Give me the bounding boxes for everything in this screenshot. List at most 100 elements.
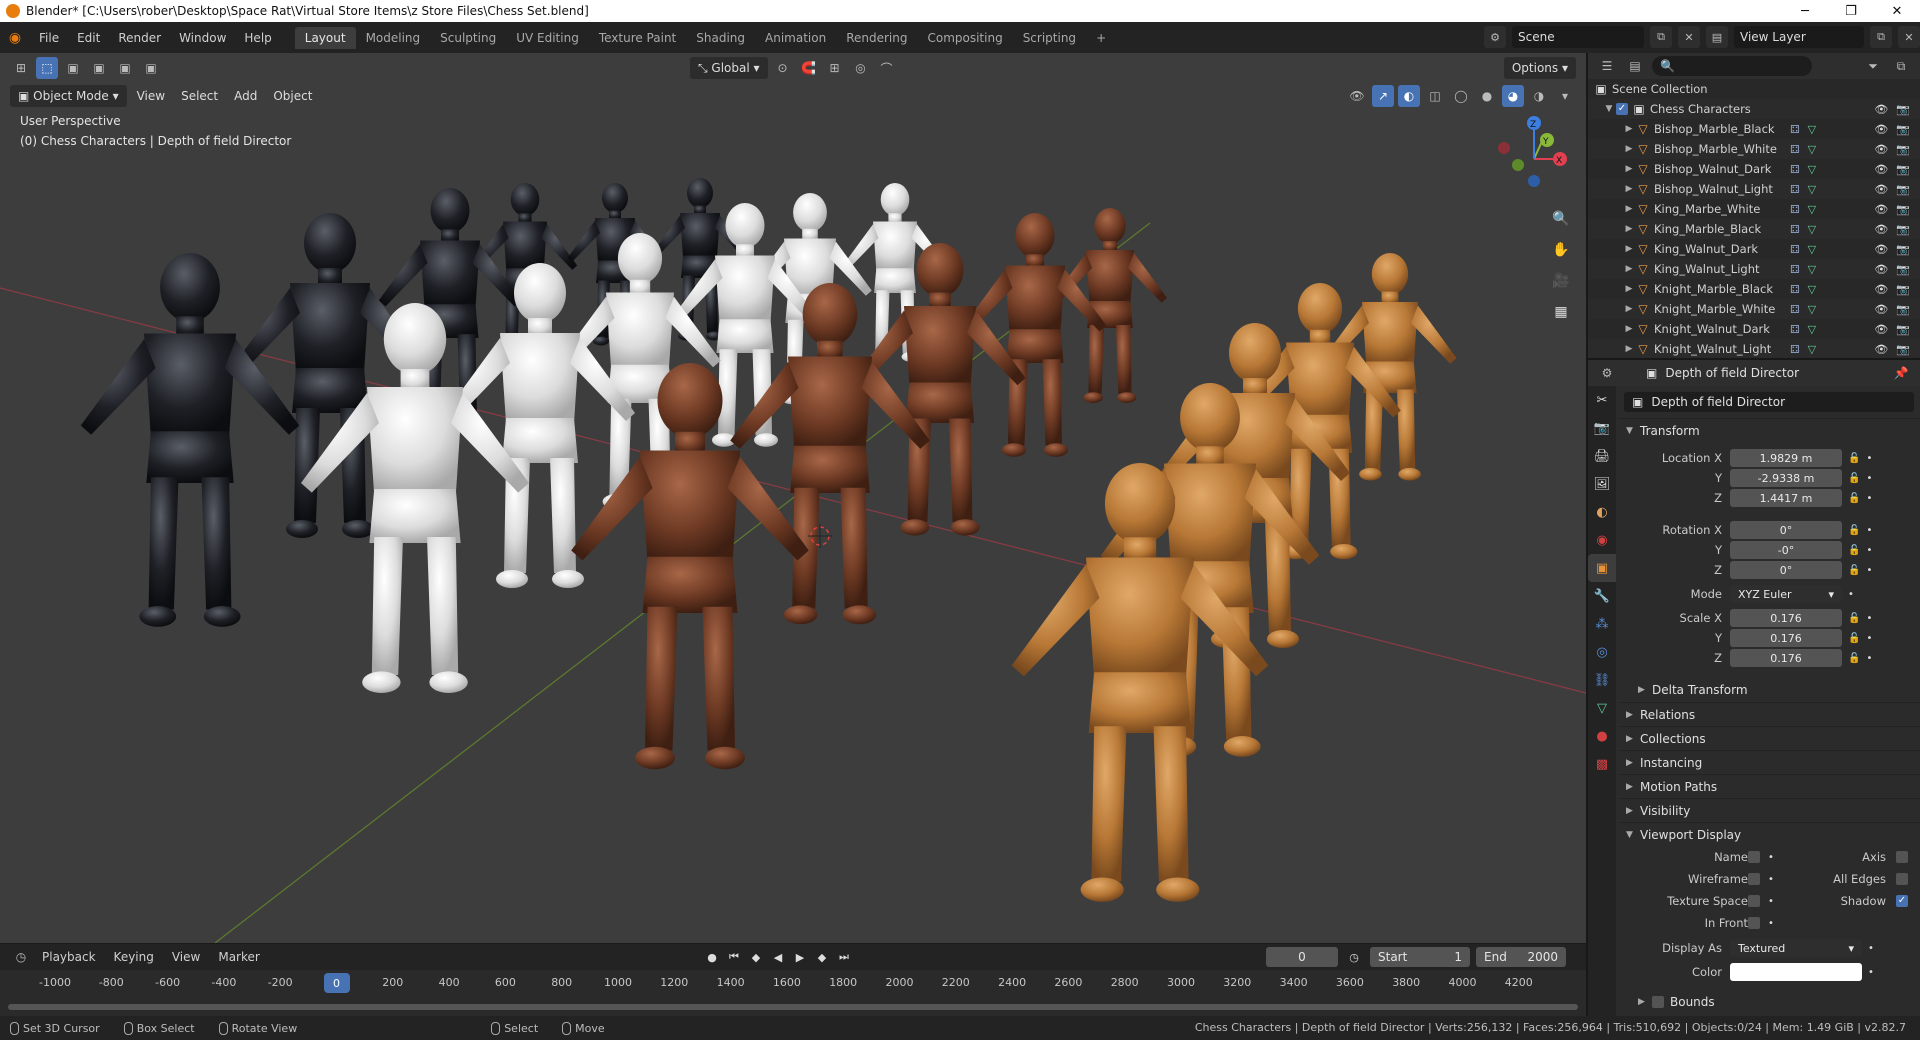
keyframe-dot-icon[interactable]: • xyxy=(1866,473,1872,484)
scene-field[interactable]: Scene xyxy=(1512,26,1644,48)
camera-render-icon[interactable]: 📷 xyxy=(1896,183,1910,196)
bounds-checkbox[interactable] xyxy=(1652,996,1664,1008)
delete-view-layer-icon[interactable]: ✕ xyxy=(1898,26,1920,48)
keyframe-dot-icon[interactable]: • xyxy=(1866,545,1872,556)
outliner-object-row[interactable]: ▶ ▽ Bishop_Marble_Black ⚃ ▽ 👁 📷 xyxy=(1588,119,1920,139)
modifier-icon[interactable]: ⚃ xyxy=(1790,163,1800,176)
outliner-object-row[interactable]: ▶ ▽ King_Marble_Black ⚃ ▽ 👁 📷 xyxy=(1588,219,1920,239)
mesh-data-icon[interactable]: ▽ xyxy=(1808,343,1816,356)
editor-type-icon[interactable]: ⊞ xyxy=(10,57,32,79)
viewport-display-panel[interactable]: ▼ Viewport Display xyxy=(1618,822,1920,846)
camera-render-icon[interactable]: 📷 xyxy=(1896,203,1910,216)
pan-hand-icon[interactable]: ✋ xyxy=(1547,236,1575,264)
viewport-menu-add[interactable]: Add xyxy=(228,89,263,103)
timeline-editor-type-icon[interactable]: ◷ xyxy=(10,946,32,968)
camera-render-icon[interactable]: 📷 xyxy=(1896,303,1910,316)
location-x-field[interactable]: 1.9829 m xyxy=(1730,449,1842,467)
pivot-point-icon[interactable]: ⊙ xyxy=(772,57,794,79)
modifier-icon[interactable]: ⚃ xyxy=(1790,183,1800,196)
properties-editor-type-icon[interactable]: ⚙ xyxy=(1596,362,1618,384)
close-button[interactable]: ✕ xyxy=(1874,0,1920,22)
jump-start-icon[interactable]: ⏮ xyxy=(724,948,744,966)
play-icon[interactable]: ▶ xyxy=(790,948,810,966)
keyframe-dot-icon[interactable]: • xyxy=(1866,633,1872,644)
end-frame-field[interactable]: End 2000 xyxy=(1476,947,1566,967)
modifier-icon[interactable]: ⚃ xyxy=(1790,323,1800,336)
snap-target-icon[interactable]: ⊞ xyxy=(824,57,846,79)
eye-icon[interactable]: 👁 xyxy=(1874,303,1888,316)
collection-camera-icon[interactable]: 📷 xyxy=(1896,103,1910,116)
object-expand-icon[interactable]: ▶ xyxy=(1622,124,1636,134)
keyframe-dot-icon[interactable]: • xyxy=(1866,525,1872,536)
camera-render-icon[interactable]: 📷 xyxy=(1896,163,1910,176)
object-name-field[interactable]: ▣ Depth of field Director xyxy=(1624,392,1914,412)
rendered-shading-icon[interactable]: ◑ xyxy=(1528,85,1550,107)
display-mode-icon[interactable]: ▤ xyxy=(1624,55,1646,77)
viewport-menu-view[interactable]: View xyxy=(131,89,171,103)
object-expand-icon[interactable]: ▶ xyxy=(1622,144,1636,154)
mesh-data-icon[interactable]: ▽ xyxy=(1808,203,1816,216)
tab-animation[interactable]: Animation xyxy=(755,27,836,49)
axis-checkbox[interactable] xyxy=(1896,851,1908,863)
select-tool-icon[interactable]: ⬚ xyxy=(36,57,58,79)
in-front-checkbox[interactable] xyxy=(1748,917,1760,929)
next-keyframe-icon[interactable]: ◆ xyxy=(812,948,832,966)
collection-eye-icon[interactable]: 👁 xyxy=(1874,103,1888,116)
outliner-object-row[interactable]: ▶ ▽ King_Walnut_Light ⚃ ▽ 👁 📷 xyxy=(1588,259,1920,279)
eye-icon[interactable]: 👁 xyxy=(1874,283,1888,296)
scene-collection-row[interactable]: ▣ Scene Collection xyxy=(1588,79,1920,99)
outliner-object-row[interactable]: ▶ ▽ Bishop_Walnut_Light ⚃ ▽ 👁 📷 xyxy=(1588,179,1920,199)
tool-tab-icon[interactable]: ✂ xyxy=(1588,386,1616,414)
keyframe-dot-icon[interactable]: • xyxy=(1866,613,1872,624)
physics-tab-icon[interactable]: ◎ xyxy=(1588,638,1616,666)
timeline-ruler[interactable]: -1000 -800 -600 -400 -200 0 200 400 600 800 1000 12… xyxy=(0,970,1586,996)
lock-icon[interactable]: 🔓 xyxy=(1848,525,1860,536)
new-collection-icon[interactable]: ⧉ xyxy=(1890,55,1912,77)
mesh-data-icon[interactable]: ▽ xyxy=(1808,163,1816,176)
solid-shading-icon[interactable]: ● xyxy=(1476,85,1498,107)
options-dropdown[interactable]: Options ▾ xyxy=(1503,57,1576,79)
scale-y-field[interactable]: 0.176 xyxy=(1730,629,1842,647)
overlays-icon[interactable]: ◐ xyxy=(1398,85,1420,107)
eye-icon[interactable]: 👁 xyxy=(1874,203,1888,216)
timeline-scrollbar[interactable] xyxy=(8,1004,1578,1010)
rotation-y-field[interactable]: -0° xyxy=(1730,541,1842,559)
keyframe-dot-icon[interactable]: • xyxy=(1866,565,1872,576)
visibility-icon[interactable]: 👁 xyxy=(1346,85,1368,107)
modifier-icon[interactable]: ⚃ xyxy=(1790,123,1800,136)
display-as-dropdown[interactable]: Textured ▾ xyxy=(1730,939,1862,957)
modifier-icon[interactable]: ⚃ xyxy=(1790,203,1800,216)
camera-render-icon[interactable]: 📷 xyxy=(1896,243,1910,256)
mesh-data-icon[interactable]: ▽ xyxy=(1808,323,1816,336)
wireframe-shading-icon[interactable]: ◯ xyxy=(1450,85,1472,107)
object-expand-icon[interactable]: ▶ xyxy=(1622,244,1636,254)
menu-help[interactable]: Help xyxy=(235,31,280,45)
viewport-scene[interactable]: X Y Z xyxy=(0,53,1586,943)
outliner-object-row[interactable]: ▶ ▽ Knight_Marble_White ⚃ ▽ 👁 📷 xyxy=(1588,299,1920,319)
eye-icon[interactable]: 👁 xyxy=(1874,263,1888,276)
outliner-editor-type-icon[interactable]: ☰ xyxy=(1596,55,1618,77)
select-mode-extend-icon[interactable]: ▣ xyxy=(88,57,110,79)
object-expand-icon[interactable]: ▶ xyxy=(1622,304,1636,314)
keyframe-dot-icon[interactable]: • xyxy=(1848,589,1854,600)
jump-end-icon[interactable]: ⏭ xyxy=(834,948,854,966)
modifier-icon[interactable]: ⚃ xyxy=(1790,283,1800,296)
viewport-menu-select[interactable]: Select xyxy=(175,89,224,103)
new-scene-icon[interactable]: ⧉ xyxy=(1650,26,1672,48)
material-tab-icon[interactable]: ● xyxy=(1588,722,1616,750)
mesh-data-icon[interactable]: ▽ xyxy=(1808,123,1816,136)
lock-icon[interactable]: 🔓 xyxy=(1848,545,1860,556)
blender-menu-icon[interactable]: ◉ xyxy=(0,30,30,46)
eye-icon[interactable]: 👁 xyxy=(1874,183,1888,196)
outliner-object-row[interactable]: ▶ ▽ Bishop_Marble_White ⚃ ▽ 👁 📷 xyxy=(1588,139,1920,159)
texture-tab-icon[interactable]: ▩ xyxy=(1588,750,1616,778)
preview-range-icon[interactable]: ◷ xyxy=(1344,948,1364,966)
camera-view-icon[interactable]: 🎥 xyxy=(1547,267,1575,295)
delta-transform-subpanel[interactable]: ▶ Delta Transform xyxy=(1618,678,1920,702)
select-mode-new-icon[interactable]: ▣ xyxy=(62,57,84,79)
filter-icon[interactable]: ⏷ xyxy=(1862,55,1884,77)
object-mode-dropdown[interactable]: ▣ Object Mode ▾ xyxy=(10,85,127,107)
proportional-editing-icon[interactable]: ◎ xyxy=(850,57,872,79)
camera-render-icon[interactable]: 📷 xyxy=(1896,323,1910,336)
eye-icon[interactable]: 👁 xyxy=(1874,323,1888,336)
